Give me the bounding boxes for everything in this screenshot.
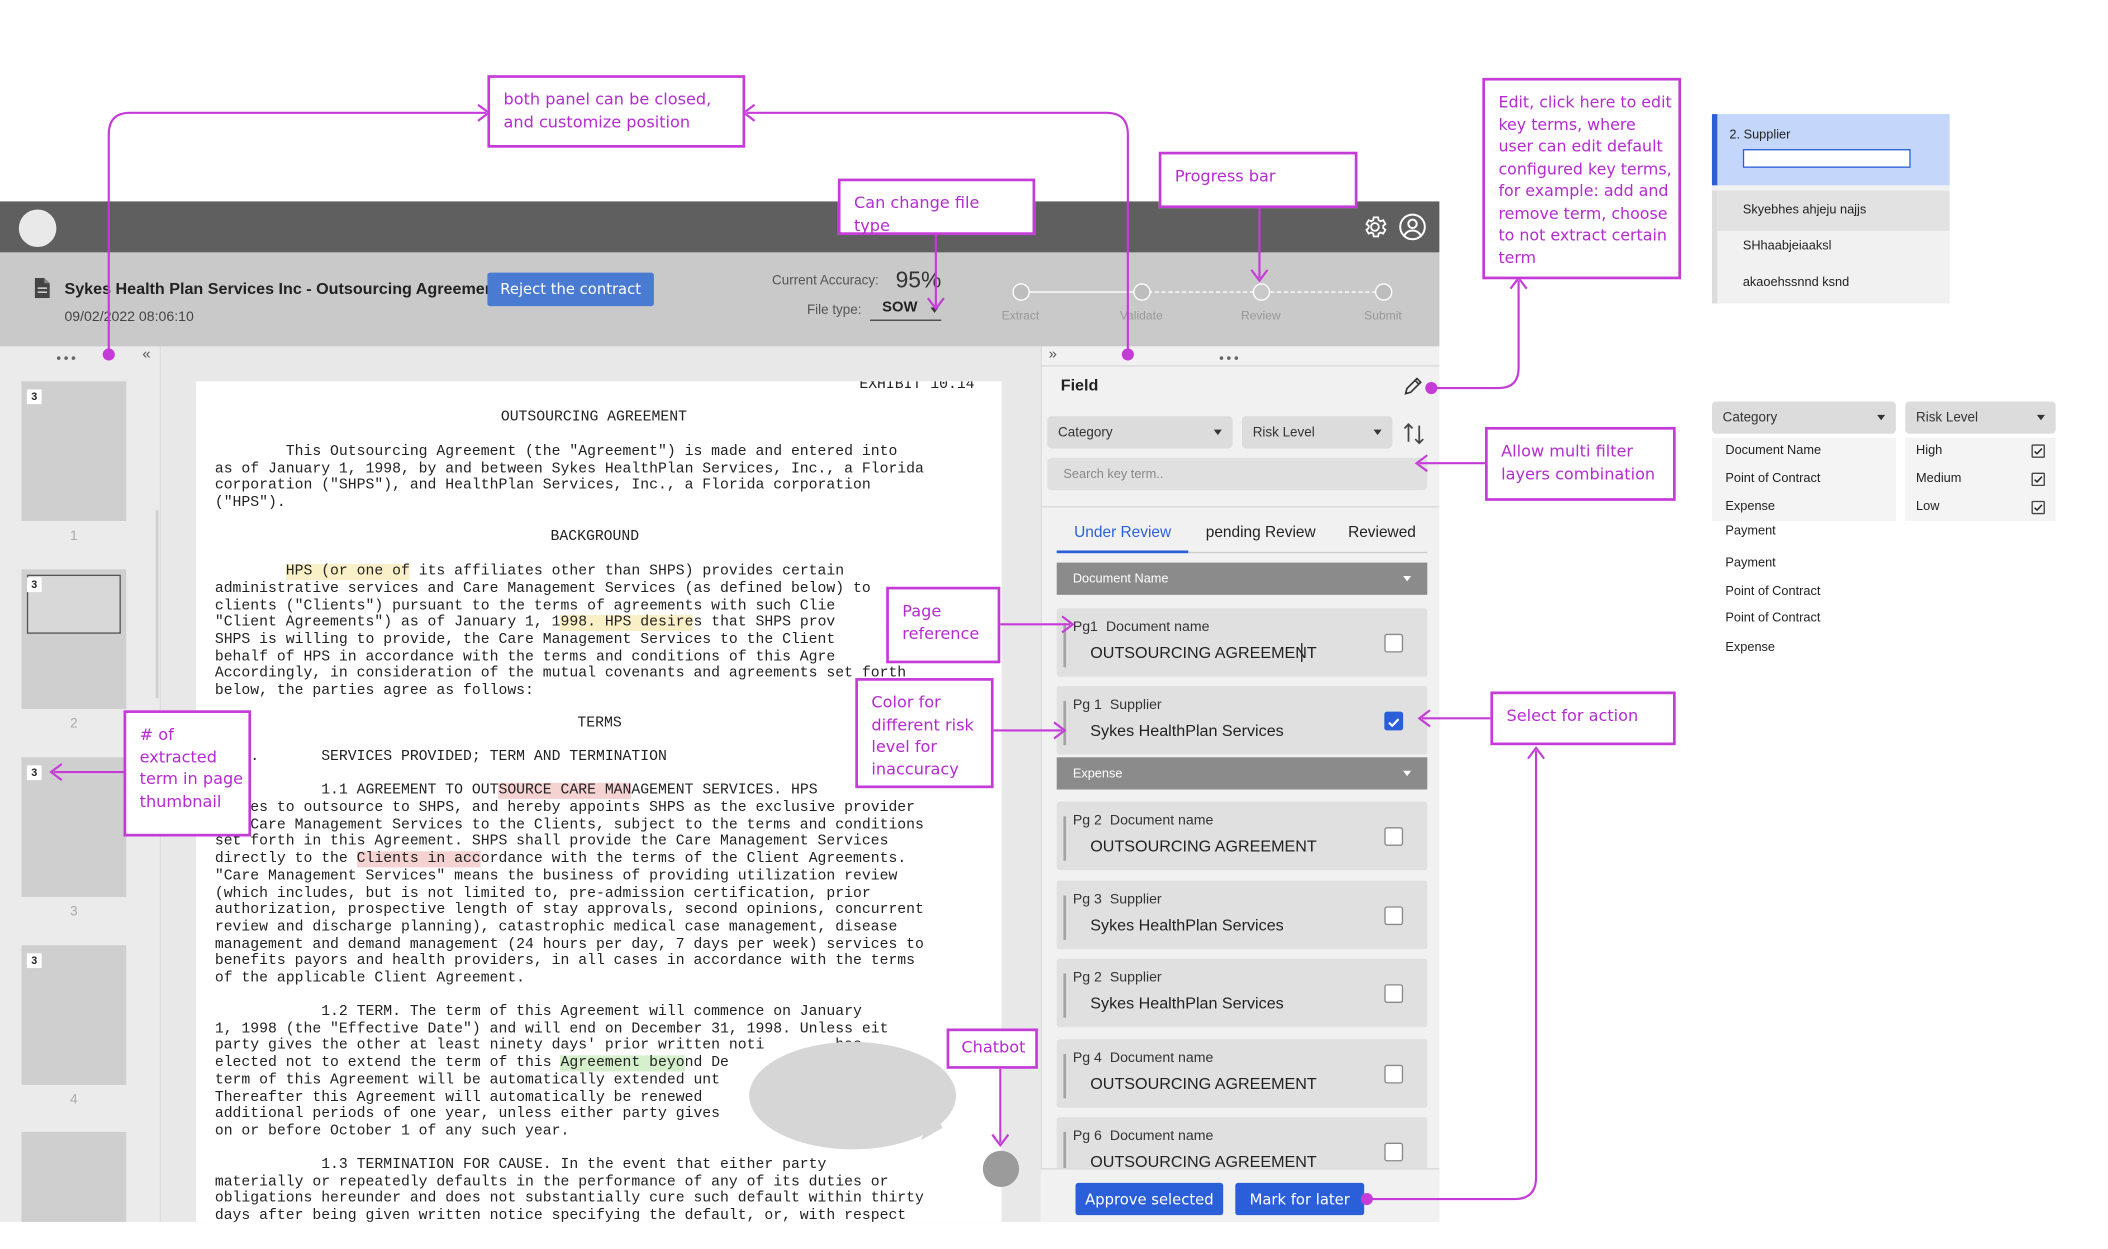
annotation-risk-color: Color for different risk level for inacc… xyxy=(855,678,994,789)
annotation-progress: Progress bar xyxy=(1158,151,1358,209)
annotation-multifilter: Allow multi filter layers combination xyxy=(1485,426,1676,501)
annotation-chatbot: Chatbot xyxy=(946,1028,1038,1069)
annotation-edit: Edit, click here to edit key terms, wher… xyxy=(1482,77,1682,280)
annotation-filetype: Can change file type xyxy=(837,178,1036,235)
annotation-select: Select for action xyxy=(1490,691,1676,746)
annotation-panels: both panel can be closed, and customize … xyxy=(487,75,746,148)
annotation-thumbnail-count: # of extracted term in page thumbnail xyxy=(123,710,252,837)
annotation-page-reference: Page reference xyxy=(886,586,1001,664)
annotation-connectors xyxy=(49,103,1545,1206)
